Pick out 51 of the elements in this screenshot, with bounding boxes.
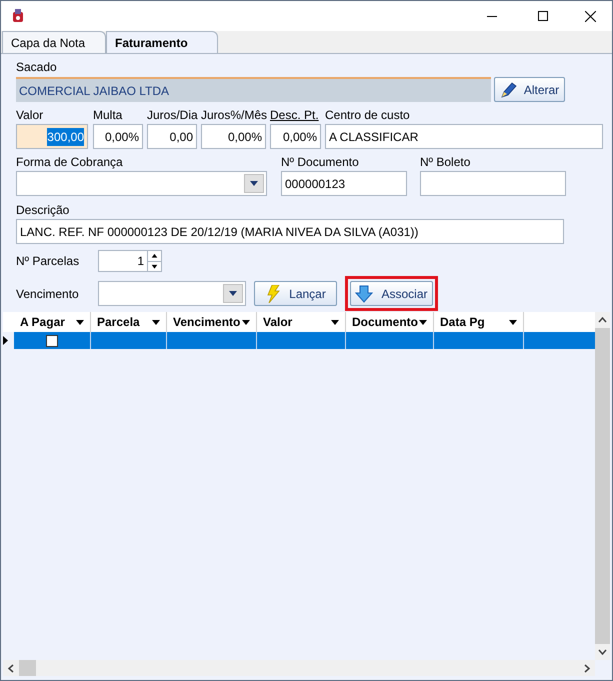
sort-arrow-icon	[509, 320, 517, 324]
input-field[interactable]: 0,00	[147, 124, 197, 149]
input-field[interactable]: LANC. REF. NF 000000123 DE 20/12/19 (MARIA NIVEA DA SILVA (A031))	[16, 219, 564, 244]
sort-arrow-icon	[331, 320, 339, 324]
field-label: Nº Documento	[281, 154, 360, 171]
lightning-icon	[265, 284, 282, 302]
dropdown-field[interactable]	[98, 281, 246, 306]
action-button[interactable]: Associar	[350, 281, 433, 306]
sort-arrow-icon	[76, 320, 84, 324]
field-label: Juros%/Mês	[201, 107, 266, 124]
down-arrow-icon	[355, 284, 374, 302]
scrollbar-thumb[interactable]	[19, 660, 36, 676]
horizontal-scrollbar[interactable]	[3, 660, 595, 676]
field-label: Valor	[16, 107, 44, 124]
input-field[interactable]: COMERCIAL JAIBAO LTDA	[16, 77, 491, 102]
input-field[interactable]: 0,00%	[270, 124, 321, 149]
maximize-icon[interactable]	[538, 11, 548, 21]
action-button[interactable]: Lançar	[254, 281, 337, 306]
app-icon	[10, 8, 26, 24]
sort-arrow-icon	[242, 320, 250, 324]
input-field[interactable]	[420, 171, 566, 196]
field-label: Juros/Dia	[147, 107, 197, 124]
pencil-icon	[500, 80, 518, 98]
input-field[interactable]: 0,00%	[93, 124, 143, 149]
field-label: Nº Parcelas	[16, 253, 80, 270]
dropdown-arrow-icon	[229, 291, 237, 296]
input-field[interactable]: 0,00%	[201, 124, 266, 149]
field-label: Multa	[93, 107, 124, 124]
dropdown-field[interactable]	[16, 171, 267, 196]
field-label: Descrição	[16, 202, 70, 219]
tab[interactable]: Capa da Nota	[2, 31, 106, 53]
vertical-scrollbar[interactable]	[595, 312, 610, 660]
field-label: Desc. Pt.	[270, 107, 320, 124]
close-icon[interactable]	[585, 10, 596, 22]
field-label: Sacado	[16, 59, 58, 76]
input-field[interactable]: 300,00	[16, 124, 88, 149]
input-field[interactable]: A CLASSIFICAR	[325, 124, 603, 149]
dropdown-arrow-icon	[250, 181, 258, 186]
input-field[interactable]: 000000123	[281, 171, 407, 196]
alterar-button[interactable]: Alterar	[494, 77, 565, 102]
down-arrow-icon[interactable]	[148, 260, 161, 271]
field-label: Forma de Cobrança	[16, 154, 124, 171]
field-label: Nº Boleto	[420, 154, 472, 171]
tab[interactable]: Faturamento	[106, 31, 218, 53]
sort-arrow-icon	[152, 320, 160, 324]
field-label: Vencimento	[16, 286, 80, 302]
field-label: Centro de custo	[325, 107, 411, 124]
spinner-field[interactable]: 1	[98, 250, 162, 272]
sort-arrow-icon	[419, 320, 427, 324]
checkbox[interactable]	[46, 334, 58, 346]
row-indicator-icon	[3, 336, 8, 345]
